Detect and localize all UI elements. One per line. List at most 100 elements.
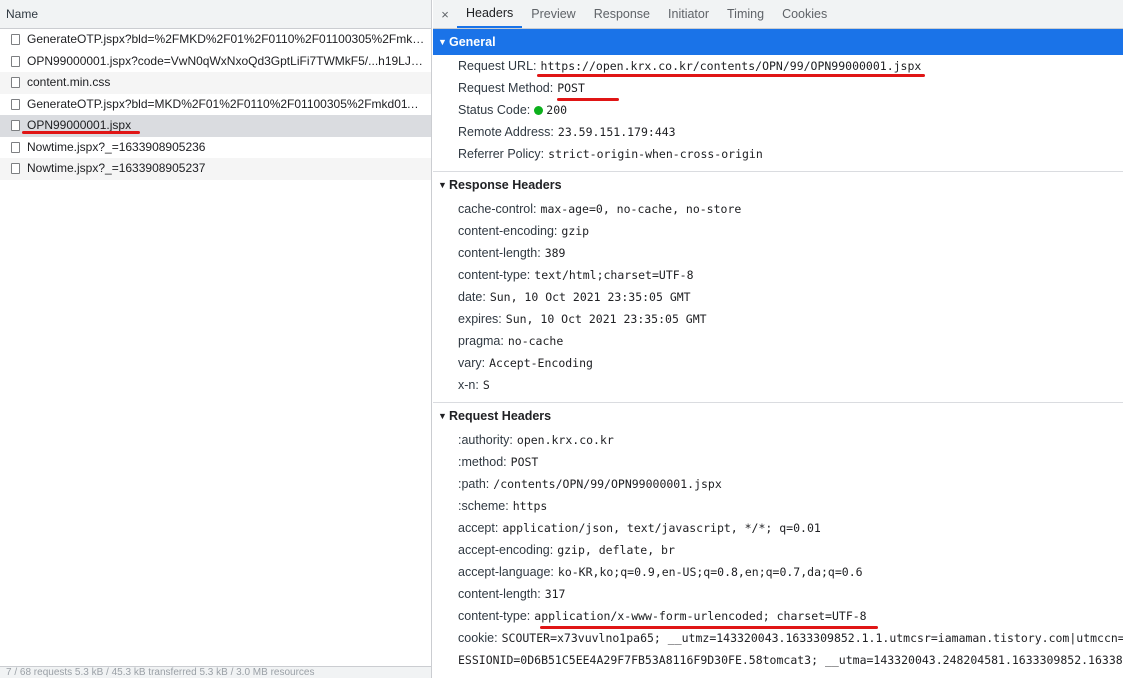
annotation-underline [557, 98, 619, 101]
request-list-panel: Name GenerateOTP.jspx?bld=%2FMKD%2F01%2F… [0, 0, 432, 678]
header-key: :scheme: [458, 499, 509, 513]
header-value: max-age=0, no-cache, no-store [540, 202, 742, 216]
tab-response[interactable]: Response [585, 0, 659, 28]
header-value: 23.59.151.179:443 [557, 125, 676, 139]
header-value: open.krx.co.kr [516, 433, 614, 447]
document-icon [11, 34, 20, 45]
request-row[interactable]: GenerateOTP.jspx?bld=%2FMKD%2F01%2F0110%… [0, 29, 431, 51]
request-header-row: content-length: 317 [433, 583, 1123, 605]
response-header-row: expires: Sun, 10 Oct 2021 23:35:05 GMT [433, 308, 1123, 330]
header-key: cache-control: [458, 202, 537, 216]
header-key: cookie: [458, 631, 498, 645]
request-header-row: accept-language: ko-KR,ko;q=0.9,en-US;q=0… [433, 561, 1123, 583]
tab-timing[interactable]: Timing [718, 0, 773, 28]
header-value: POST [557, 81, 585, 95]
general-section-header[interactable]: ▼ General [433, 29, 1123, 55]
header-key: Request Method: [458, 81, 554, 95]
header-key: :path: [458, 477, 490, 491]
referrer-policy-row: Referrer Policy: strict-origin-when-cross… [433, 143, 1123, 165]
header-value: gzip, deflate, br [557, 543, 675, 557]
response-header-row: content-encoding: gzip [433, 220, 1123, 242]
request-header-row: content-type: application/x-www-form-urle… [433, 605, 1123, 627]
name-column-header[interactable]: Name [0, 0, 431, 29]
request-row[interactable]: Nowtime.jspx?_=1633908905236 [0, 137, 431, 159]
request-name: content.min.css [27, 75, 111, 89]
close-icon[interactable]: × [433, 0, 457, 28]
document-icon [11, 120, 20, 131]
details-tab-bar: × Headers Preview Response Initiator Tim… [433, 0, 1123, 29]
tab-initiator[interactable]: Initiator [659, 0, 718, 28]
response-header-row: cache-control: max-age=0, no-cache, no-st… [433, 198, 1123, 220]
request-name: OPN99000001.jspx [27, 118, 132, 132]
section-title: General [449, 35, 496, 49]
expand-triangle-icon: ▼ [438, 37, 447, 47]
request-method-row: Request Method: POST [433, 77, 1123, 99]
tab-headers[interactable]: Headers [457, 0, 523, 28]
header-key: Referrer Policy: [458, 147, 545, 161]
request-row[interactable]: Nowtime.jspx?_=1633908905237 [0, 158, 431, 180]
document-icon [11, 77, 20, 88]
header-key: Remote Address: [458, 125, 554, 139]
request-header-row: cookie: SCOUTER=x73vuvlno1pa65; __utmz=14… [433, 627, 1123, 649]
response-header-row: pragma: no-cache [433, 330, 1123, 352]
header-key: accept-language: [458, 565, 554, 579]
header-value: 317 [544, 587, 566, 601]
header-value: https://open.krx.co.kr/contents/OPN/99/O… [540, 59, 922, 73]
response-headers-section-header[interactable]: ▼ Response Headers [433, 172, 1123, 198]
header-value: 200 [546, 103, 568, 117]
document-icon [11, 55, 20, 67]
header-key: vary: [458, 356, 486, 370]
response-header-row: x-n: S [433, 374, 1123, 396]
header-key: pragma: [458, 334, 504, 348]
header-key: content-type: [458, 609, 531, 623]
header-value: strict-origin-when-cross-origin [548, 147, 763, 161]
request-name: Nowtime.jspx?_=1633908905237 [27, 161, 206, 175]
header-key: accept: [458, 521, 499, 535]
header-value: Accept-Encoding [489, 356, 593, 370]
request-header-row: :path:/contents/OPN/99/OPN99000001.jspx [433, 473, 1123, 495]
status-code-row: Status Code: 200 [433, 99, 1123, 121]
request-row[interactable]: GenerateOTP.jspx?bld=MKD%2F01%2F0110%2F0… [0, 94, 431, 116]
request-name: GenerateOTP.jspx?bld=MKD%2F01%2F0110%2F0… [27, 96, 431, 111]
header-value: SCOUTER=x73vuvlno1pa65; __utmz=143320043… [501, 631, 1123, 645]
header-value: gzip [561, 224, 590, 238]
section-title: Request Headers [449, 409, 552, 423]
response-header-row: content-length: 389 [433, 242, 1123, 264]
document-icon [11, 98, 20, 110]
header-key: accept-encoding: [458, 543, 554, 557]
request-headers-section-header[interactable]: ▼ Request Headers [433, 403, 1123, 429]
request-header-row: :method: POST [433, 451, 1123, 473]
remote-address-row: Remote Address: 23.59.151.179:443 [433, 121, 1123, 143]
network-summary-bar: 7 / 68 requests 5.3 kB / 45.3 kB transfe… [0, 666, 431, 678]
header-value: /contents/OPN/99/OPN99000001.jspx [493, 477, 722, 491]
expand-triangle-icon: ▼ [438, 411, 447, 421]
annotation-underline [537, 74, 925, 77]
request-header-row: accept-encoding: gzip, deflate, br [433, 539, 1123, 561]
header-value: Sun, 10 Oct 2021 23:35:05 GMT [489, 290, 691, 304]
header-value: https [512, 499, 548, 513]
header-key: content-type: [458, 268, 531, 282]
tab-cookies[interactable]: Cookies [773, 0, 836, 28]
header-value: application/x-www-form-urlencoded; chars… [534, 609, 867, 623]
response-header-row: vary: Accept-Encoding [433, 352, 1123, 374]
request-details-panel: × Headers Preview Response Initiator Tim… [433, 0, 1123, 678]
header-value: 389 [544, 246, 566, 260]
header-value: no-cache [507, 334, 564, 348]
header-key: x-n: [458, 378, 479, 392]
response-header-row: date: Sun, 10 Oct 2021 23:35:05 GMT [433, 286, 1123, 308]
tab-preview[interactable]: Preview [522, 0, 584, 28]
request-name: Nowtime.jspx?_=1633908905236 [27, 139, 206, 154]
header-key: :authority: [458, 433, 513, 447]
header-key: content-encoding: [458, 224, 558, 238]
request-header-row: accept: application/json, text/javascript… [433, 517, 1123, 539]
request-name: GenerateOTP.jspx?bld=%2FMKD%2F01%2F0110%… [27, 32, 431, 46]
header-key: Request URL: [458, 59, 537, 73]
request-row[interactable]: OPN99000001.jspx?code=VwN0qWxNxoQd3GptLi… [0, 51, 431, 73]
header-value: ESSIONID=0D6B51C5EE4A29F7FB53A8116F9D30F… [458, 653, 1123, 667]
request-header-row: :authority: open.krx.co.kr [433, 429, 1123, 451]
cookie-continuation-row: ESSIONID=0D6B51C5EE4A29F7FB53A8116F9D30F… [433, 649, 1123, 671]
request-row[interactable]: content.min.css [0, 72, 431, 94]
document-icon [11, 163, 20, 174]
expand-triangle-icon: ▼ [438, 180, 447, 190]
annotation-underline [22, 131, 140, 134]
